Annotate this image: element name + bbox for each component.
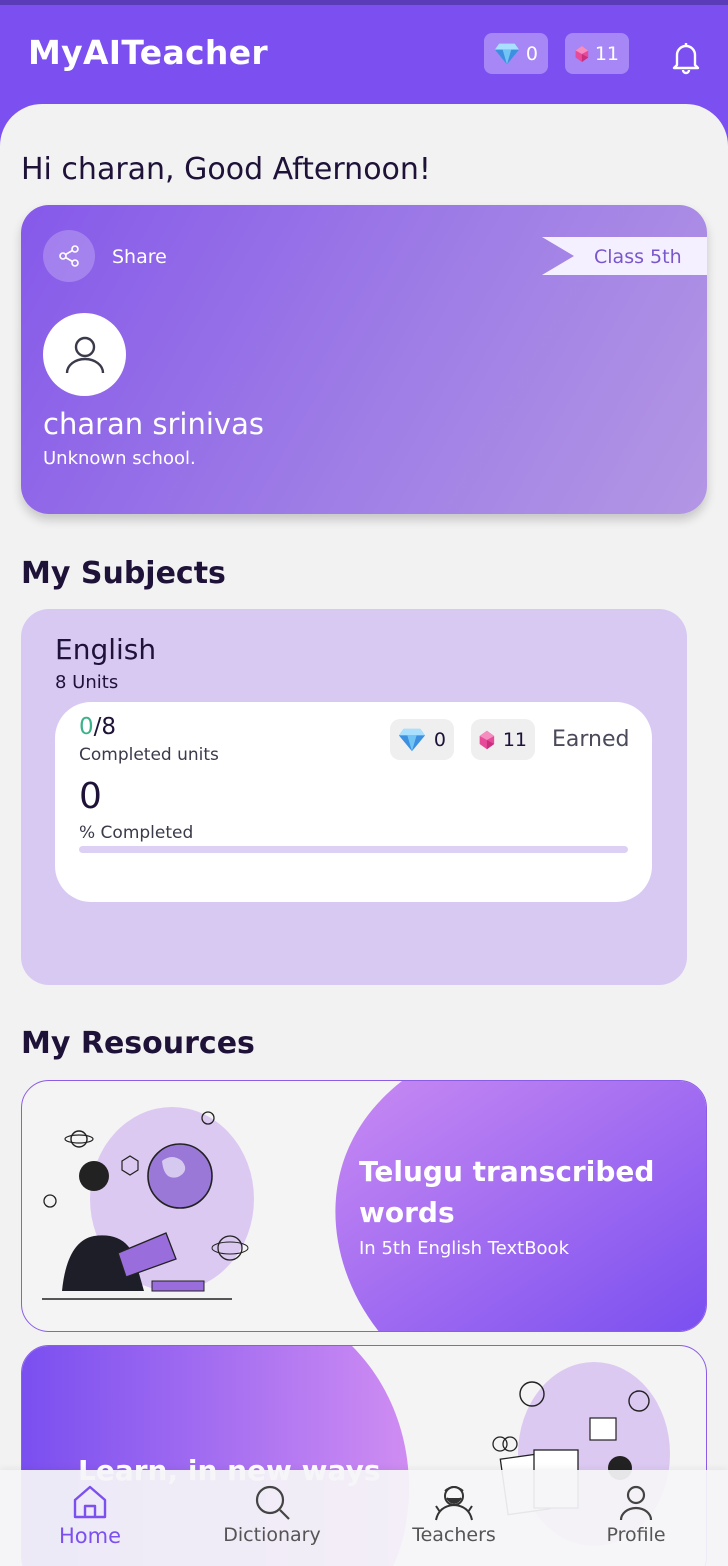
nav-teachers-label: Teachers — [412, 1524, 496, 1546]
progress-panel: 0/8 Completed units 0 % Completed 0 11 E… — [55, 702, 652, 902]
earned-label: Earned — [552, 727, 630, 752]
gem-icon — [575, 45, 589, 62]
diamond-icon — [494, 43, 520, 64]
greeting-text: Hi charan, Good Afternoon! — [21, 152, 431, 187]
nav-teachers[interactable]: Teachers — [399, 1470, 509, 1566]
subjects-heading: My Subjects — [21, 556, 226, 591]
nav-home[interactable]: Home — [40, 1470, 140, 1566]
diamond-counter[interactable]: 0 — [484, 33, 548, 74]
subject-card-english[interactable]: English 8 Units 0/8 Completed units 0 % … — [21, 609, 687, 985]
resource-title: Telugu transcribed words — [359, 1155, 655, 1229]
notification-bell-icon[interactable] — [668, 39, 704, 75]
resource-subtitle: In 5th English TextBook — [359, 1238, 569, 1259]
subject-diamond-counter: 0 — [390, 719, 454, 760]
subject-name: English — [55, 633, 157, 666]
share-label[interactable]: Share — [112, 246, 167, 268]
percent-completed-value: 0 — [79, 776, 102, 817]
gem-count: 11 — [594, 42, 619, 65]
diamond-count: 0 — [525, 42, 538, 65]
share-button[interactable] — [43, 230, 95, 282]
share-icon — [59, 245, 79, 267]
home-icon — [73, 1485, 107, 1519]
percent-completed-label: % Completed — [79, 823, 194, 843]
nav-profile[interactable]: Profile — [591, 1470, 681, 1566]
diamond-icon — [398, 728, 425, 751]
app-bar: MyAITeacher 0 11 — [0, 5, 728, 105]
nav-dictionary-label: Dictionary — [223, 1524, 321, 1546]
subject-units: 8 Units — [55, 672, 119, 693]
app-title: MyAITeacher — [28, 33, 268, 72]
subject-gem-counter: 11 — [471, 719, 535, 760]
class-badge: Class 5th — [594, 246, 682, 268]
bottom-nav: Home Dictionary Teachers Profile — [0, 1470, 728, 1566]
teacher-icon — [435, 1486, 473, 1521]
student-name: charan srinivas — [43, 407, 264, 441]
units-fraction: 0/8 — [79, 714, 116, 740]
progress-bar — [79, 846, 628, 853]
home-content: Hi charan, Good Afternoon! Share Class 5… — [0, 104, 728, 1566]
school-name: Unknown school. — [43, 448, 196, 469]
completed-units-count: 0 — [79, 714, 94, 740]
resource-card-telugu-words[interactable]: Telugu transcribed words In 5th English … — [21, 1080, 707, 1332]
gem-icon — [479, 730, 495, 749]
nav-profile-label: Profile — [606, 1524, 666, 1546]
nav-dictionary[interactable]: Dictionary — [212, 1470, 332, 1566]
subject-diamond-count: 0 — [433, 728, 446, 751]
nav-home-label: Home — [58, 1524, 121, 1548]
gem-counter[interactable]: 11 — [565, 33, 629, 74]
completed-units-label: Completed units — [79, 745, 219, 765]
avatar[interactable] — [43, 313, 126, 396]
subject-gem-count: 11 — [502, 728, 527, 751]
total-units: /8 — [93, 714, 117, 740]
user-icon — [65, 336, 104, 373]
profile-card: Share Class 5th charan srinivas Unknown … — [21, 205, 707, 514]
profile-icon — [619, 1485, 653, 1521]
search-icon — [255, 1485, 290, 1520]
resources-heading: My Resources — [21, 1026, 255, 1061]
